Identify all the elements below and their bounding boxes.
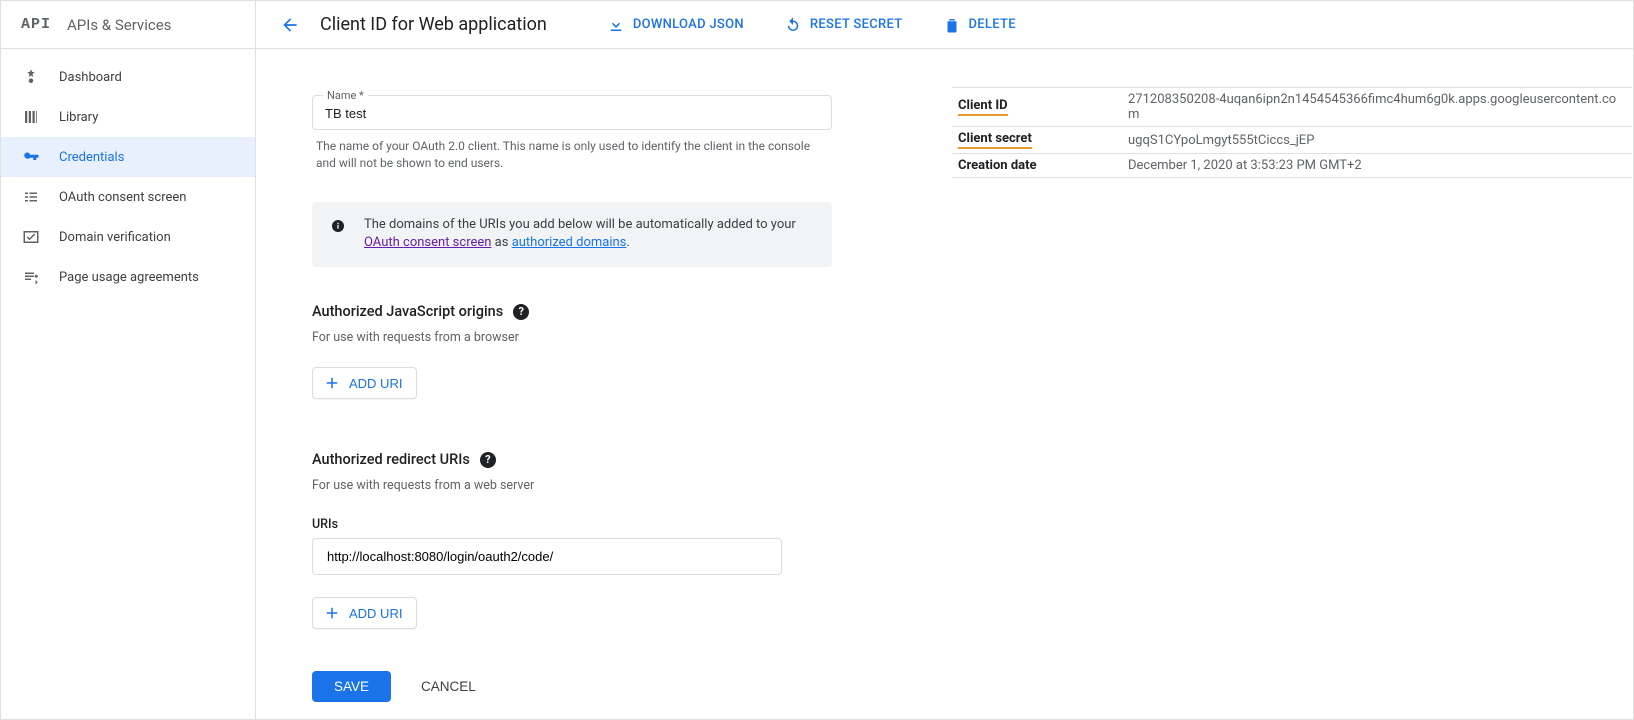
download-json-button[interactable]: DOWNLOAD JSON bbox=[597, 10, 754, 40]
table-row: Client ID 271208350208-4uqan6ipn2n145454… bbox=[952, 88, 1632, 127]
authorized-domains-link[interactable]: authorized domains bbox=[512, 235, 627, 250]
name-helper: The name of your OAuth 2.0 client. This … bbox=[316, 138, 828, 172]
key-icon bbox=[21, 148, 41, 166]
api-logo: API bbox=[21, 16, 51, 33]
nav-item-credentials[interactable]: Credentials bbox=[1, 137, 255, 177]
table-row: Creation date December 1, 2020 at 3:53:2… bbox=[952, 154, 1632, 178]
client-secret-label: Client secret bbox=[958, 131, 1032, 149]
js-origins-header: Authorized JavaScript origins ? bbox=[312, 303, 832, 320]
client-secret-value: ugqS1CYpoLmgyt555tCiccs_jEP bbox=[1122, 127, 1632, 154]
nav-item-oauth-consent[interactable]: OAuth consent screen bbox=[1, 177, 255, 217]
js-origins-title: Authorized JavaScript origins bbox=[312, 303, 503, 320]
nav-item-dashboard[interactable]: Dashboard bbox=[1, 57, 255, 97]
redirect-header: Authorized redirect URIs ? bbox=[312, 451, 832, 468]
sidebar-title: APIs & Services bbox=[67, 16, 171, 34]
sidebar-header: API APIs & Services bbox=[1, 1, 255, 49]
nav-item-library[interactable]: Library bbox=[1, 97, 255, 137]
uris-label: URIs bbox=[312, 517, 832, 532]
nav-label: Domain verification bbox=[59, 230, 171, 245]
creation-date-label: Creation date bbox=[952, 154, 1122, 178]
download-label: DOWNLOAD JSON bbox=[633, 17, 744, 32]
add-uri-label: ADD URI bbox=[349, 376, 402, 391]
add-redirect-uri-button[interactable]: ADD URI bbox=[312, 597, 417, 629]
cancel-button[interactable]: CANCEL bbox=[415, 678, 482, 695]
redirect-uri-field[interactable] bbox=[312, 538, 782, 575]
redirect-sub: For use with requests from a web server bbox=[312, 478, 832, 493]
info-text: The domains of the URIs you add below wi… bbox=[364, 216, 814, 254]
redirect-uri-input[interactable] bbox=[325, 548, 769, 565]
reset-label: RESET SECRET bbox=[810, 17, 903, 32]
reset-secret-button[interactable]: RESET SECRET bbox=[774, 10, 913, 40]
js-origins-sub: For use with requests from a browser bbox=[312, 330, 832, 345]
delete-button[interactable]: DELETE bbox=[933, 10, 1026, 40]
library-icon bbox=[21, 108, 41, 126]
help-icon[interactable]: ? bbox=[480, 452, 496, 468]
page-title: Client ID for Web application bbox=[320, 14, 547, 35]
nav-label: Library bbox=[59, 110, 98, 125]
topbar: Client ID for Web application DOWNLOAD J… bbox=[256, 1, 1634, 49]
add-js-uri-button[interactable]: ADD URI bbox=[312, 367, 417, 399]
nav-label: OAuth consent screen bbox=[59, 190, 186, 205]
nav-item-domain-verification[interactable]: Domain verification bbox=[1, 217, 255, 257]
creation-date-value: December 1, 2020 at 3:53:23 PM GMT+2 bbox=[1122, 154, 1632, 178]
dashboard-icon bbox=[21, 68, 41, 86]
name-label: Name * bbox=[323, 89, 368, 102]
add-uri-label: ADD URI bbox=[349, 606, 402, 621]
back-button[interactable] bbox=[280, 15, 300, 35]
info-box: The domains of the URIs you add below wi… bbox=[312, 202, 832, 268]
client-id-value: 271208350208-4uqan6ipn2n1454545366fimc4h… bbox=[1122, 88, 1632, 127]
nav-label: Credentials bbox=[59, 150, 124, 165]
help-icon[interactable]: ? bbox=[513, 304, 529, 320]
info-icon bbox=[330, 216, 346, 241]
agreement-icon bbox=[21, 268, 41, 286]
nav-item-page-usage[interactable]: Page usage agreements bbox=[1, 257, 255, 297]
name-input[interactable] bbox=[325, 104, 819, 123]
delete-label: DELETE bbox=[969, 17, 1016, 32]
save-button[interactable]: SAVE bbox=[312, 671, 391, 702]
nav-label: Dashboard bbox=[59, 70, 122, 85]
sidebar: API APIs & Services Dashboard Library Cr… bbox=[1, 1, 256, 719]
oauth-consent-link[interactable]: OAuth consent screen bbox=[364, 235, 491, 250]
redirect-title: Authorized redirect URIs bbox=[312, 451, 470, 468]
name-field-wrapper[interactable]: Name * bbox=[312, 95, 832, 130]
table-row: Client secret ugqS1CYpoLmgyt555tCiccs_jE… bbox=[952, 127, 1632, 154]
consent-icon bbox=[21, 188, 41, 206]
check-icon bbox=[21, 228, 41, 246]
client-details-table: Client ID 271208350208-4uqan6ipn2n145454… bbox=[952, 87, 1632, 178]
client-id-label: Client ID bbox=[958, 98, 1008, 116]
nav-list: Dashboard Library Credentials OAuth cons… bbox=[1, 49, 255, 297]
nav-label: Page usage agreements bbox=[59, 270, 199, 285]
